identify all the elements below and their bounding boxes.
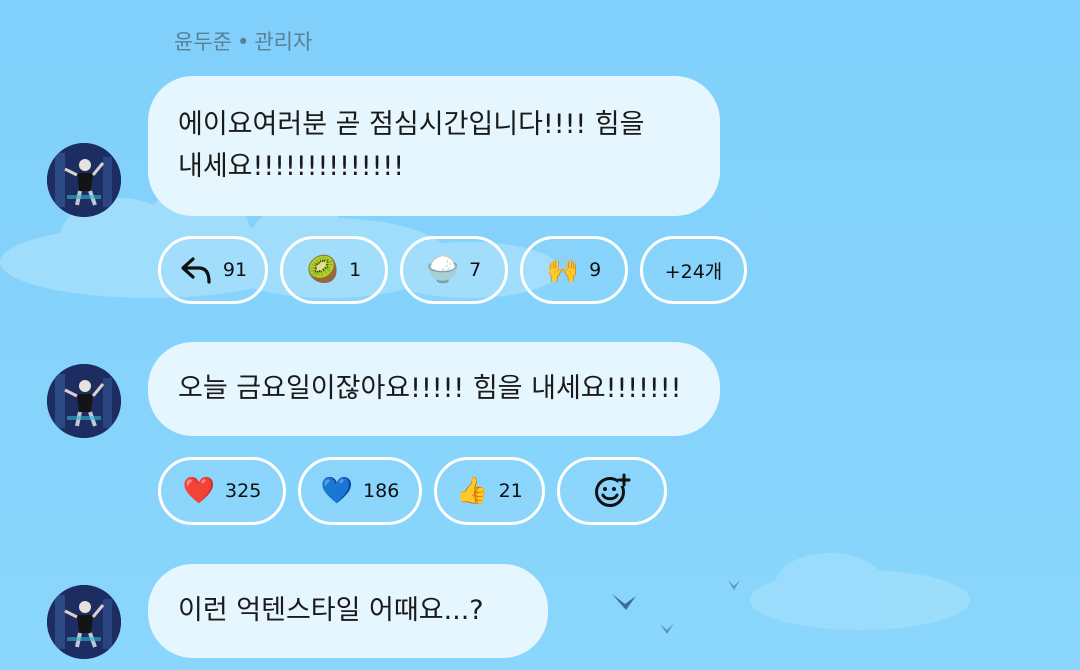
reaction-count: 7 [469, 259, 482, 281]
avatar[interactable] [47, 585, 121, 659]
avatar[interactable] [47, 143, 121, 217]
message-bubble[interactable]: 에이요여러분 곧 점심시간입니다!!!! 힘을 내세요!!!!!!!!!!!!!… [148, 76, 720, 216]
sender-name[interactable]: 윤두준 [174, 30, 232, 54]
message-text: 오늘 금요일이잖아요!!!!! 힘을 내세요!!!!!!! [178, 373, 682, 404]
more-reactions-label: +24개 [664, 260, 723, 283]
message-text: 이런 억텐스타일 어때요...? [178, 595, 484, 626]
red-heart-icon: ❤️ [182, 476, 216, 506]
kiwi-icon: 🥝 [306, 255, 340, 285]
reaction-bar: ❤️ 325 💙 186 👍 21 [158, 457, 667, 525]
reaction-count: 9 [589, 259, 602, 281]
reaction-count: 21 [498, 480, 523, 502]
reaction-count: 91 [222, 259, 248, 281]
add-reaction-button[interactable] [557, 457, 667, 525]
reply-count-button[interactable]: 91 [158, 236, 268, 304]
sender-separator: • [236, 30, 250, 54]
add-reaction-icon [593, 473, 631, 509]
reaction-chip-blue-heart[interactable]: 💙 186 [298, 457, 422, 525]
message-bubble[interactable]: 이런 억텐스타일 어때요...? [148, 564, 548, 658]
sender-role: 관리자 [254, 30, 313, 54]
reaction-bar: 91 🥝 1 🍚 7 🙌 9 +24개 [158, 236, 747, 304]
thumbs-up-icon: 👍 [456, 476, 489, 506]
reaction-count: 325 [225, 480, 262, 502]
reaction-count: 1 [349, 259, 362, 281]
rice-bowl-icon: 🍚 [426, 255, 460, 285]
message-text-line: 에이요여러분 곧 점심시간입니다!!!! 힘을 [178, 109, 645, 140]
reaction-count: 186 [363, 480, 400, 502]
reaction-chip-raising-hands[interactable]: 🙌 9 [520, 236, 628, 304]
reaction-chip-kiwi[interactable]: 🥝 1 [280, 236, 388, 304]
raising-hands-icon: 🙌 [546, 255, 580, 285]
more-reactions-button[interactable]: +24개 [640, 236, 747, 304]
reaction-chip-thumbs-up[interactable]: 👍 21 [434, 457, 545, 525]
avatar[interactable] [47, 364, 121, 438]
message-bubble[interactable]: 오늘 금요일이잖아요!!!!! 힘을 내세요!!!!!!! [148, 342, 720, 436]
sender-header: 윤두준 • 관리자 [174, 26, 312, 56]
blue-heart-icon: 💙 [320, 476, 354, 506]
reaction-chip-red-heart[interactable]: ❤️ 325 [158, 457, 286, 525]
reaction-chip-rice-bowl[interactable]: 🍚 7 [400, 236, 508, 304]
message-text-line: 내세요!!!!!!!!!!!!!! [178, 151, 405, 182]
reply-icon [179, 255, 213, 285]
